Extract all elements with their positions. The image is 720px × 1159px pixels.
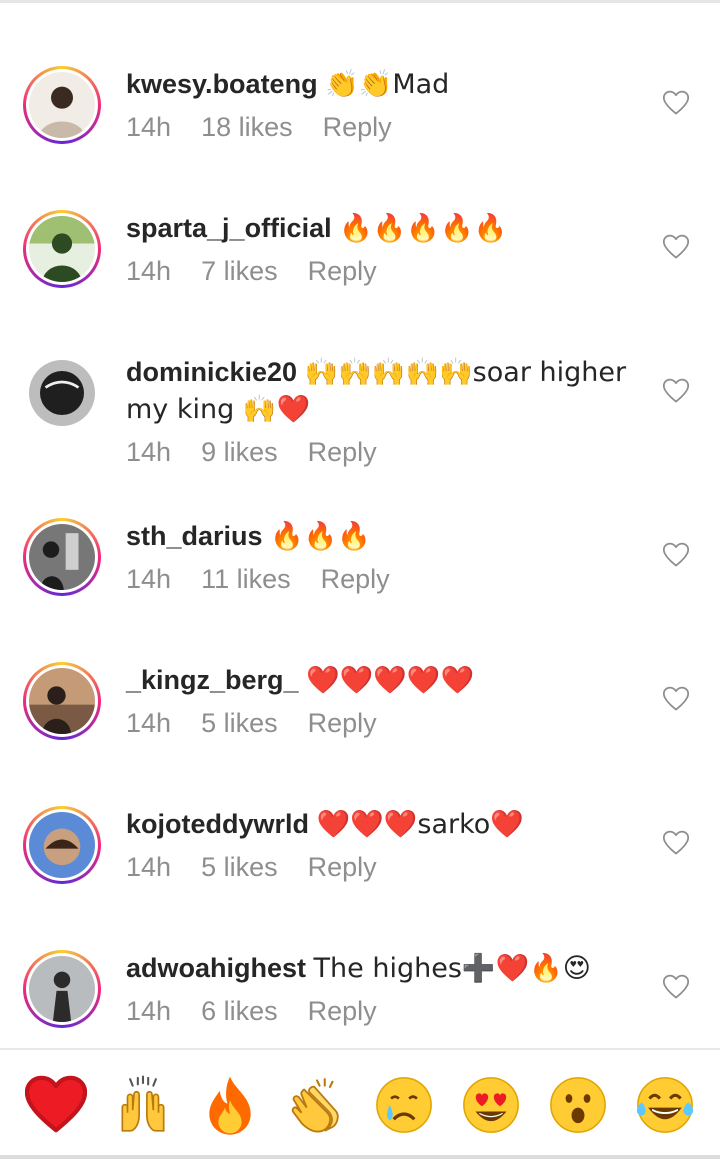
comment-username[interactable]: dominickie20 <box>126 357 297 387</box>
comment-username[interactable]: sth_darius <box>126 521 263 551</box>
comment-meta: 14h 11 likes Reply <box>126 563 646 595</box>
reaction-red-heart-icon[interactable] <box>24 1074 87 1136</box>
comment-text-line: kojoteddywrld ❤️❤️❤️sarko❤️ <box>126 806 646 843</box>
comment-text-line: sth_darius 🔥🔥🔥 <box>126 518 646 555</box>
comment-likes[interactable]: 6 likes <box>201 996 278 1026</box>
like-heart-icon[interactable] <box>662 542 690 568</box>
avatar-image <box>29 668 95 734</box>
comment-meta: 14h 5 likes Reply <box>126 707 646 739</box>
reaction-surprised-face-icon[interactable] <box>547 1074 609 1136</box>
quick-reactions-bar <box>0 1048 720 1159</box>
comment-username[interactable]: adwoahighest <box>126 953 306 983</box>
comment-time: 14h <box>126 564 172 594</box>
comment-item: sth_darius 🔥🔥🔥 14h 11 likes Reply <box>0 514 720 654</box>
avatar-image <box>29 360 95 426</box>
top-divider <box>0 0 720 3</box>
reply-button[interactable]: Reply <box>308 996 377 1026</box>
avatar-image <box>29 524 95 590</box>
comment-text: ❤️❤️❤️sarko❤️ <box>316 809 524 840</box>
comment-text-line: dominickie20 🙌🙌🙌🙌🙌soar higher my king 🙌❤… <box>126 354 646 428</box>
comment-text-line: kwesy.boateng 👏👏Mad <box>126 66 646 103</box>
comment-item: dominickie20 🙌🙌🙌🙌🙌soar higher my king 🙌❤… <box>0 350 720 490</box>
avatar-image <box>29 72 95 138</box>
comment-item: kwesy.boateng 👏👏Mad 14h 18 likes Reply <box>0 62 720 202</box>
reaction-heart-eyes-icon[interactable] <box>460 1074 522 1136</box>
reaction-fire-icon[interactable] <box>199 1074 261 1136</box>
comment-time: 14h <box>126 708 172 738</box>
reaction-raising-hands-icon[interactable] <box>112 1074 174 1136</box>
comment-body: adwoahighest The highes➕❤️🔥😍 14h 6 likes Re… <box>126 950 646 1027</box>
comment-text-line: sparta_j_official 🔥🔥🔥🔥🔥 <box>126 210 646 247</box>
avatar[interactable] <box>23 354 101 432</box>
like-heart-icon[interactable] <box>662 686 690 712</box>
comment-body: kwesy.boateng 👏👏Mad 14h 18 likes Reply <box>126 66 646 143</box>
bottom-divider <box>0 1155 720 1159</box>
comment-item: kojoteddywrld ❤️❤️❤️sarko❤️ 14h 5 likes Rep… <box>0 802 720 942</box>
reply-button[interactable]: Reply <box>321 564 390 594</box>
avatar-image <box>29 812 95 878</box>
comment-time: 14h <box>126 996 172 1026</box>
comment-body: _kingz_berg_ ❤️❤️❤️❤️❤️ 14h 5 likes Reply <box>126 662 646 739</box>
like-heart-icon[interactable] <box>662 974 690 1000</box>
comment-item: sparta_j_official 🔥🔥🔥🔥🔥 14h 7 likes Reply <box>0 206 720 346</box>
comment-body: sth_darius 🔥🔥🔥 14h 11 likes Reply <box>126 518 646 595</box>
comment-item: _kingz_berg_ ❤️❤️❤️❤️❤️ 14h 5 likes Reply <box>0 658 720 798</box>
comment-meta: 14h 7 likes Reply <box>126 255 646 287</box>
comment-text-line: _kingz_berg_ ❤️❤️❤️❤️❤️ <box>126 662 646 699</box>
comment-username[interactable]: kwesy.boateng <box>126 69 318 99</box>
comment-meta: 14h 5 likes Reply <box>126 851 646 883</box>
comment-meta: 14h 9 likes Reply <box>126 436 646 468</box>
avatar[interactable] <box>23 518 101 596</box>
comment-time: 14h <box>126 437 172 467</box>
comment-text: 👏👏Mad <box>325 69 450 100</box>
comment-body: sparta_j_official 🔥🔥🔥🔥🔥 14h 7 likes Reply <box>126 210 646 287</box>
avatar[interactable] <box>23 210 101 288</box>
comment-username[interactable]: _kingz_berg_ <box>126 665 299 695</box>
comment-likes[interactable]: 5 likes <box>201 852 278 882</box>
comment-text: 🔥🔥🔥🔥🔥 <box>339 213 508 244</box>
avatar-image <box>29 956 95 1022</box>
comment-username[interactable]: kojoteddywrld <box>126 809 309 839</box>
comment-time: 14h <box>126 112 172 142</box>
comment-body: dominickie20 🙌🙌🙌🙌🙌soar higher my king 🙌❤… <box>126 354 646 468</box>
like-heart-icon[interactable] <box>662 90 690 116</box>
avatar[interactable] <box>23 662 101 740</box>
reaction-clapping-hands-icon[interactable] <box>286 1074 348 1136</box>
comment-time: 14h <box>126 256 172 286</box>
reply-button[interactable]: Reply <box>323 112 392 142</box>
reply-button[interactable]: Reply <box>308 437 377 467</box>
comment-likes[interactable]: 7 likes <box>201 256 278 286</box>
reaction-crying-face-icon[interactable] <box>373 1074 435 1136</box>
comment-text-line: adwoahighest The highes➕❤️🔥😍 <box>126 950 646 987</box>
reply-button[interactable]: Reply <box>308 256 377 286</box>
like-heart-icon[interactable] <box>662 830 690 856</box>
reply-button[interactable]: Reply <box>308 708 377 738</box>
comment-likes[interactable]: 9 likes <box>201 437 278 467</box>
like-heart-icon[interactable] <box>662 378 690 404</box>
comment-username[interactable]: sparta_j_official <box>126 213 332 243</box>
comment-likes[interactable]: 5 likes <box>201 708 278 738</box>
comment-text: ❤️❤️❤️❤️❤️ <box>306 665 475 696</box>
comment-time: 14h <box>126 852 172 882</box>
avatar[interactable] <box>23 66 101 144</box>
reply-button[interactable]: Reply <box>308 852 377 882</box>
comment-body: kojoteddywrld ❤️❤️❤️sarko❤️ 14h 5 likes Rep… <box>126 806 646 883</box>
avatar-image <box>29 216 95 282</box>
comment-likes[interactable]: 18 likes <box>201 112 293 142</box>
like-heart-icon[interactable] <box>662 234 690 260</box>
comment-text: The highes➕❤️🔥😍 <box>313 953 591 984</box>
comment-likes[interactable]: 11 likes <box>201 564 291 594</box>
reaction-tears-of-joy-icon[interactable] <box>634 1074 696 1136</box>
comment-meta: 14h 18 likes Reply <box>126 111 646 143</box>
avatar[interactable] <box>23 950 101 1028</box>
comment-meta: 14h 6 likes Reply <box>126 995 646 1027</box>
avatar[interactable] <box>23 806 101 884</box>
comments-screen: kwesy.boateng 👏👏Mad 14h 18 likes Reply spart… <box>0 0 720 1159</box>
comment-text: 🔥🔥🔥 <box>270 521 371 552</box>
